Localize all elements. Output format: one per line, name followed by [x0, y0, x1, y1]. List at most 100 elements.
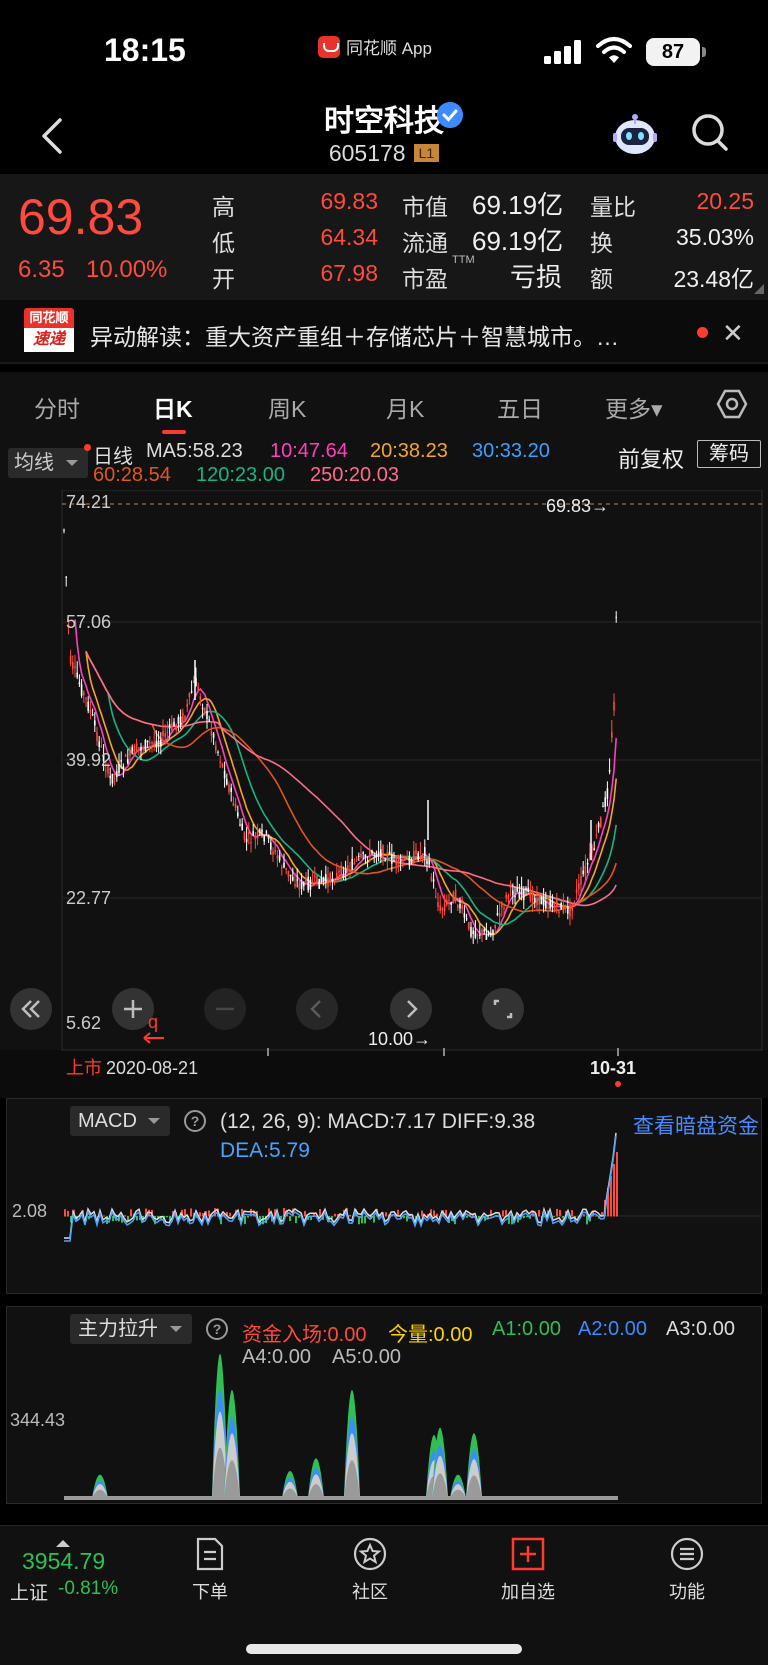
candle-body: [118, 763, 120, 774]
index-collapse-arrow-icon[interactable]: [56, 1533, 70, 1547]
start-date: 2020-08-21: [106, 1058, 198, 1078]
macd-bar: [103, 1215, 105, 1217]
candle-body: [120, 759, 122, 762]
tab-intraday[interactable]: 分时: [34, 390, 80, 424]
scroll-left-button[interactable]: [296, 988, 338, 1030]
candle-body: [505, 894, 507, 898]
macd-dif-line: [64, 1132, 617, 1239]
macd-bar: [502, 1210, 504, 1217]
listing-tag: 上市: [66, 1058, 102, 1078]
tab-monthly-k[interactable]: 月K: [386, 390, 424, 424]
tab-weekly-k[interactable]: 周K: [268, 390, 306, 424]
fullscreen-button[interactable]: [482, 988, 524, 1030]
tab-daily-k[interactable]: 日K: [153, 390, 193, 424]
tab-more[interactable]: 更多▾: [605, 390, 663, 424]
news-text[interactable]: 异动解读：重大资产重组＋存储芯片＋智慧城市。…: [90, 318, 619, 352]
candle-body: [129, 749, 131, 756]
candle-body: [362, 852, 364, 854]
tab-five-day[interactable]: 五日: [497, 390, 543, 424]
candle-body: [413, 850, 415, 864]
index-change-percent[interactable]: -0.81%: [58, 1578, 118, 1600]
candle-body: [542, 897, 545, 906]
candle-body: [168, 724, 171, 729]
candle-body: [402, 863, 404, 865]
nav-functions-button[interactable]: 功能: [627, 1536, 747, 1604]
macd-bar: [553, 1216, 555, 1217]
candle-body: [369, 850, 371, 857]
news-logo-top: 同花顺: [24, 308, 74, 328]
candle-body: [190, 691, 193, 693]
minus-icon: [216, 1007, 234, 1011]
candle-body: [382, 845, 384, 859]
candle-body: [419, 851, 422, 853]
nav-order-button[interactable]: 下单: [150, 1536, 270, 1604]
candle-body: [593, 848, 595, 850]
adjust-mode-button[interactable]: 前复权: [618, 442, 684, 474]
rewind-button[interactable]: [10, 988, 52, 1030]
candle-body: [327, 877, 329, 887]
candle-body: [501, 902, 503, 908]
ai-robot-assistant-icon[interactable]: [610, 112, 660, 158]
max-price-marker: 69.83→: [546, 496, 609, 516]
candle-body: [336, 872, 338, 878]
indicator-select[interactable]: 均线: [8, 448, 88, 478]
candle-body: [553, 905, 556, 912]
candle-body: [529, 888, 532, 901]
candle-body: [586, 862, 589, 865]
candle-body: [256, 831, 259, 839]
home-indicator: [246, 1644, 522, 1654]
macd-bar: [466, 1216, 468, 1218]
expand-corner-icon[interactable]: [754, 284, 764, 294]
candle-body: [399, 859, 402, 862]
current-date-dot: [615, 1081, 621, 1087]
candle-body: [138, 747, 140, 749]
candle-body: [386, 852, 389, 860]
candle-body: [201, 708, 204, 710]
candle-body: [78, 682, 81, 685]
candle-body: [560, 902, 562, 910]
nav-add-watchlist-button[interactable]: 加自选: [468, 1536, 588, 1604]
candle-body: [149, 742, 151, 744]
index-name[interactable]: 上证: [10, 1578, 48, 1605]
macd-bar: [166, 1216, 168, 1218]
nav-order-label: 下单: [192, 1582, 228, 1602]
ma120-value: 120:23.00: [196, 464, 285, 486]
macd-bar: [319, 1209, 321, 1217]
candle-body: [485, 934, 488, 940]
candle-body: [285, 868, 287, 870]
candle-body: [371, 850, 373, 854]
candle-body: [476, 934, 479, 936]
candle-body: [105, 770, 107, 772]
search-icon[interactable]: [690, 112, 730, 154]
candle-body: [406, 857, 408, 860]
candle-body: [263, 835, 265, 842]
candle-body: [344, 867, 347, 873]
float-cap-label: 流通: [402, 230, 448, 256]
nav-community-button[interactable]: 社区: [310, 1536, 430, 1604]
candle-body: [448, 899, 450, 901]
candle-body: [157, 740, 160, 744]
candle-body: [538, 893, 540, 905]
chip-distribution-button[interactable]: 筹码: [697, 440, 761, 468]
candle-body: [272, 851, 274, 855]
candle-body: [571, 903, 573, 912]
candle-body: [518, 891, 521, 899]
min-price-marker: 10.00→: [368, 1029, 431, 1049]
chart-settings-icon[interactable]: [716, 388, 748, 420]
scroll-right-button[interactable]: [390, 988, 432, 1030]
high-label: 高: [212, 194, 235, 220]
candle-body: [435, 896, 437, 898]
news-close-button[interactable]: ✕: [722, 318, 744, 349]
candle-body: [441, 908, 444, 911]
zoom-out-button[interactable]: [204, 988, 246, 1030]
candle-body: [188, 692, 191, 698]
candle-body: [309, 879, 312, 890]
level-badge[interactable]: L1: [413, 144, 440, 162]
candle-body: [212, 733, 215, 738]
candle-body: [567, 906, 569, 914]
index-price[interactable]: 3954.79: [22, 1548, 105, 1575]
candle-body: [391, 853, 393, 864]
candle-body: [556, 899, 558, 906]
candle-body: [133, 745, 136, 755]
ma250-value: 250:20.03: [310, 464, 399, 486]
